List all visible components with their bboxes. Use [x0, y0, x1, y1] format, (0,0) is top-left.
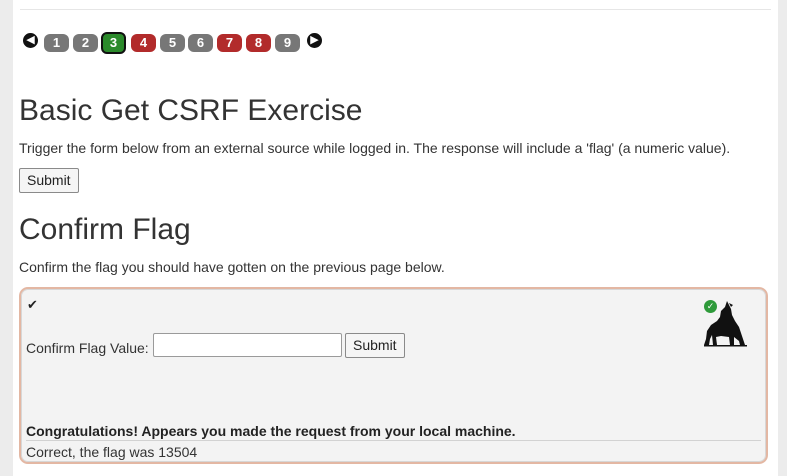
- exercise-description: Trigger the form below from an external …: [19, 140, 731, 156]
- confirm-flag-title: Confirm Flag: [19, 213, 191, 246]
- page-7-button[interactable]: 7: [217, 34, 242, 52]
- howling-wolf-icon: [704, 301, 747, 347]
- exercise-submit-button[interactable]: Submit: [19, 168, 79, 193]
- exercise-title: Basic Get CSRF Exercise: [19, 94, 363, 127]
- page-5-button[interactable]: 5: [160, 34, 185, 52]
- page-2-button[interactable]: 2: [73, 34, 98, 52]
- page-4-button[interactable]: 4: [131, 34, 156, 52]
- arrow-right-circle-icon[interactable]: ▶: [307, 33, 322, 48]
- main-content: ◀ 1 2 3 4 5 6 7 8 9 ▶ Basic Get CSRF Exe…: [13, 0, 778, 476]
- top-divider: [20, 9, 771, 10]
- page-6-button[interactable]: 6: [188, 34, 213, 52]
- success-message: Congratulations! Appears you made the re…: [26, 423, 516, 439]
- page-1-button[interactable]: 1: [44, 34, 69, 52]
- arrow-left-circle-icon[interactable]: ◀: [23, 33, 38, 48]
- checkmark-icon: ✔: [27, 297, 38, 312]
- page-8-button[interactable]: 8: [246, 34, 271, 52]
- page-3-button-current[interactable]: 3: [101, 32, 126, 54]
- page-9-button[interactable]: 9: [275, 34, 300, 52]
- confirm-flag-input[interactable]: [153, 333, 342, 357]
- panel-divider: [26, 440, 761, 441]
- confirm-flag-submit-button[interactable]: Submit: [345, 333, 405, 358]
- confirm-flag-label: Confirm Flag Value:: [26, 340, 149, 356]
- confirm-flag-description: Confirm the flag you should have gotten …: [19, 259, 445, 275]
- flag-result-message: Correct, the flag was 13504: [26, 444, 198, 460]
- confirm-flag-panel: ✔ Confirm Flag Value: Submit ✓ Congratul…: [19, 287, 768, 464]
